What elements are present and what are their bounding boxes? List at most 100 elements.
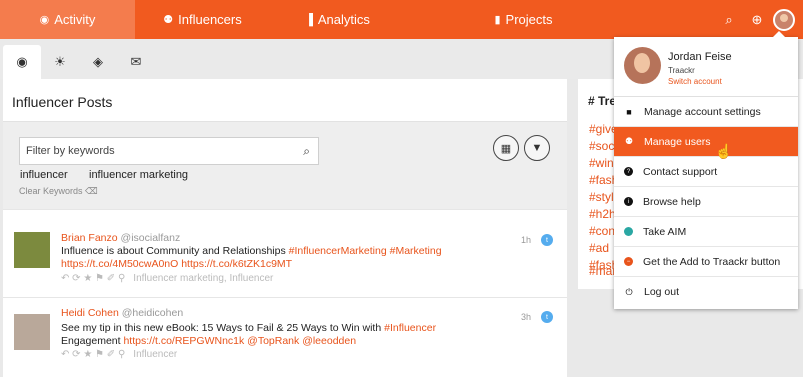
post-hashtags[interactable]: #Influencer xyxy=(384,322,436,334)
users-icon: ⚉ xyxy=(624,136,634,146)
clear-keywords-label: Clear Keywords xyxy=(19,186,83,196)
help-icon: ? xyxy=(624,167,633,176)
author-handle: @isocialfanz xyxy=(120,232,181,244)
switch-account-link[interactable]: Switch account xyxy=(668,77,722,86)
post-actions: ↶ ⟳ ★ ⚑ ✐ ⚲ Influencer xyxy=(61,349,177,360)
keyword-filter-input[interactable]: Filter by keywords ⌕ xyxy=(19,137,319,165)
action-icons[interactable]: ↶ ⟳ ★ ⚑ ✐ ⚲ xyxy=(61,273,125,284)
avatar[interactable] xyxy=(14,232,50,268)
user-avatar-button[interactable] xyxy=(773,8,795,31)
filter-icon: ▼ xyxy=(531,142,543,154)
calendar-button[interactable]: ▦ xyxy=(493,135,519,161)
menu-item-label: Manage account settings xyxy=(644,105,761,118)
influencer-posts-panel: Influencer Posts Filter by keywords ⌕ in… xyxy=(3,79,567,377)
menu-item-manage-users[interactable]: ⚉ Manage users xyxy=(614,127,798,157)
trending-tag[interactable]: #h2h xyxy=(589,207,616,221)
avatar[interactable] xyxy=(14,314,50,350)
menu-item-account-settings[interactable]: ■ Manage account settings xyxy=(614,97,798,127)
trending-tag[interactable]: #con xyxy=(589,224,615,238)
nav-projects-label: Projects xyxy=(505,12,553,27)
nav-analytics[interactable]: ▐ Analytics xyxy=(270,0,405,39)
trending-tag[interactable]: #win xyxy=(589,156,614,170)
post-text: See my tip in this new eBook: 15 Ways to… xyxy=(61,322,521,335)
search-icon[interactable]: ⌕ xyxy=(715,0,743,39)
clear-icon: ⌫ xyxy=(85,186,98,196)
menu-item-label: Log out xyxy=(644,286,680,298)
menu-item-label: Get the Add to Traackr button xyxy=(643,255,781,268)
keyword-chip[interactable]: influencer marketing xyxy=(89,169,188,181)
menu-item-contact-support[interactable]: ? Contact support xyxy=(614,157,798,187)
clear-keywords-link[interactable]: Clear Keywords ⌫ xyxy=(19,186,98,197)
power-icon: ⏻ xyxy=(625,286,633,297)
hand-cursor-icon: ☝ xyxy=(715,143,733,159)
tab-trending[interactable]: ☀ xyxy=(41,45,79,79)
people-icon: ⚉ xyxy=(163,14,174,26)
nav-influencers[interactable]: ⚉ Influencers xyxy=(135,0,270,39)
info-icon: i xyxy=(624,197,633,206)
trending-tag[interactable]: #soc xyxy=(589,139,614,153)
post-author[interactable]: Heidi Cohen @heidicohen xyxy=(61,307,183,319)
nav-analytics-label: Analytics xyxy=(317,12,370,27)
post-links[interactable]: https://t.co/4M50cwA0nO https://t.co/k6t… xyxy=(61,258,521,271)
user-name: Jordan Feise xyxy=(668,51,732,63)
top-nav: ◉ Activity ⚉ Influencers ▐ Analytics ▮ P… xyxy=(0,0,803,39)
filter-button[interactable]: ▼ xyxy=(524,135,550,161)
menu-item-log-out[interactable]: ⏻ Log out xyxy=(614,277,798,307)
settings-icon: ■ xyxy=(626,106,632,117)
post-actions: ↶ ⟳ ★ ⚑ ✐ ⚲ Influencer marketing, Influe… xyxy=(61,273,273,284)
menu-item-browse-help[interactable]: i Browse help xyxy=(614,187,798,217)
tab-conversations[interactable]: ◈ xyxy=(79,45,117,79)
menu-item-label: Contact support xyxy=(643,165,718,178)
nav-right-actions: ⌕ ⊕ xyxy=(715,0,803,39)
post-links[interactable]: https://t.co/REPGWNnc1k @TopRank @leeodd… xyxy=(123,335,356,347)
add-icon[interactable]: ⊕ xyxy=(743,0,771,39)
trending-tag[interactable]: #styl xyxy=(589,190,614,204)
menu-item-take-aim[interactable]: Take AIM xyxy=(614,217,798,247)
avatar xyxy=(624,47,661,84)
search-icon[interactable]: ⌕ xyxy=(303,144,310,159)
filter-area: Filter by keywords ⌕ influencer influenc… xyxy=(3,121,567,209)
trending-title: # Tre xyxy=(588,94,617,108)
mail-icon: ✉ xyxy=(130,54,142,69)
twitter-icon[interactable]: t xyxy=(541,311,553,323)
tab-rss[interactable]: ◉ xyxy=(3,45,41,79)
menu-item-label: Take AIM xyxy=(643,225,687,238)
page-title: Influencer Posts xyxy=(12,94,113,110)
nav-projects[interactable]: ▮ Projects xyxy=(405,0,642,39)
aim-icon xyxy=(624,227,633,236)
menu-profile: Jordan Feise Traackr Switch account xyxy=(614,37,798,97)
keyword-chip[interactable]: influencer xyxy=(20,169,68,181)
post-tags: Influencer marketing, Influencer xyxy=(133,273,274,284)
post-text-line2: Engagement https://t.co/REPGWNnc1k @TopR… xyxy=(61,335,521,348)
post-time: 3h xyxy=(521,312,532,322)
folder-icon: ▮ xyxy=(494,14,501,26)
author-handle: @heidicohen xyxy=(121,307,184,319)
author-name: Heidi Cohen xyxy=(61,307,119,319)
twitter-icon[interactable]: t xyxy=(541,234,553,246)
post-hashtags[interactable]: #InfluencerMarketing #Marketing xyxy=(289,245,442,257)
nav-activity-label: Activity xyxy=(54,12,96,27)
post-author[interactable]: Brian Fanzo @isocialfanz xyxy=(61,232,180,244)
nav-activity[interactable]: ◉ Activity xyxy=(0,0,135,39)
author-name: Brian Fanzo xyxy=(61,232,118,244)
menu-item-add-to-traackr[interactable]: − Get the Add to Traackr button xyxy=(614,247,798,277)
action-icons[interactable]: ↶ ⟳ ★ ⚑ ✐ ⚲ xyxy=(61,349,125,360)
calendar-icon: ▦ xyxy=(500,142,512,155)
tab-mail[interactable]: ✉ xyxy=(117,45,155,79)
nav-influencers-label: Influencers xyxy=(178,12,242,27)
post-text-plain: Engagement xyxy=(61,335,124,347)
rss-icon: ◉ xyxy=(39,14,50,26)
bars-icon: ▐ xyxy=(305,13,313,26)
flame-icon: ☀ xyxy=(54,54,66,69)
account-menu: Jordan Feise Traackr Switch account ■ Ma… xyxy=(614,31,798,309)
menu-item-label: Manage users xyxy=(644,135,711,148)
post-tags: Influencer xyxy=(133,349,178,360)
post-text-plain: See my tip in this new eBook: 15 Ways to… xyxy=(61,322,385,334)
post-time: 1h xyxy=(521,235,532,245)
rss-icon: ◉ xyxy=(16,54,28,69)
trending-tag[interactable]: #mar xyxy=(589,264,616,278)
trending-tag[interactable]: #ad xyxy=(589,241,609,255)
post-text-plain: Influence is about Community and Relatio… xyxy=(61,245,289,257)
chat-icon: ◈ xyxy=(93,54,103,69)
post-item: Heidi Cohen @heidicohen See my tip in th… xyxy=(3,297,567,377)
